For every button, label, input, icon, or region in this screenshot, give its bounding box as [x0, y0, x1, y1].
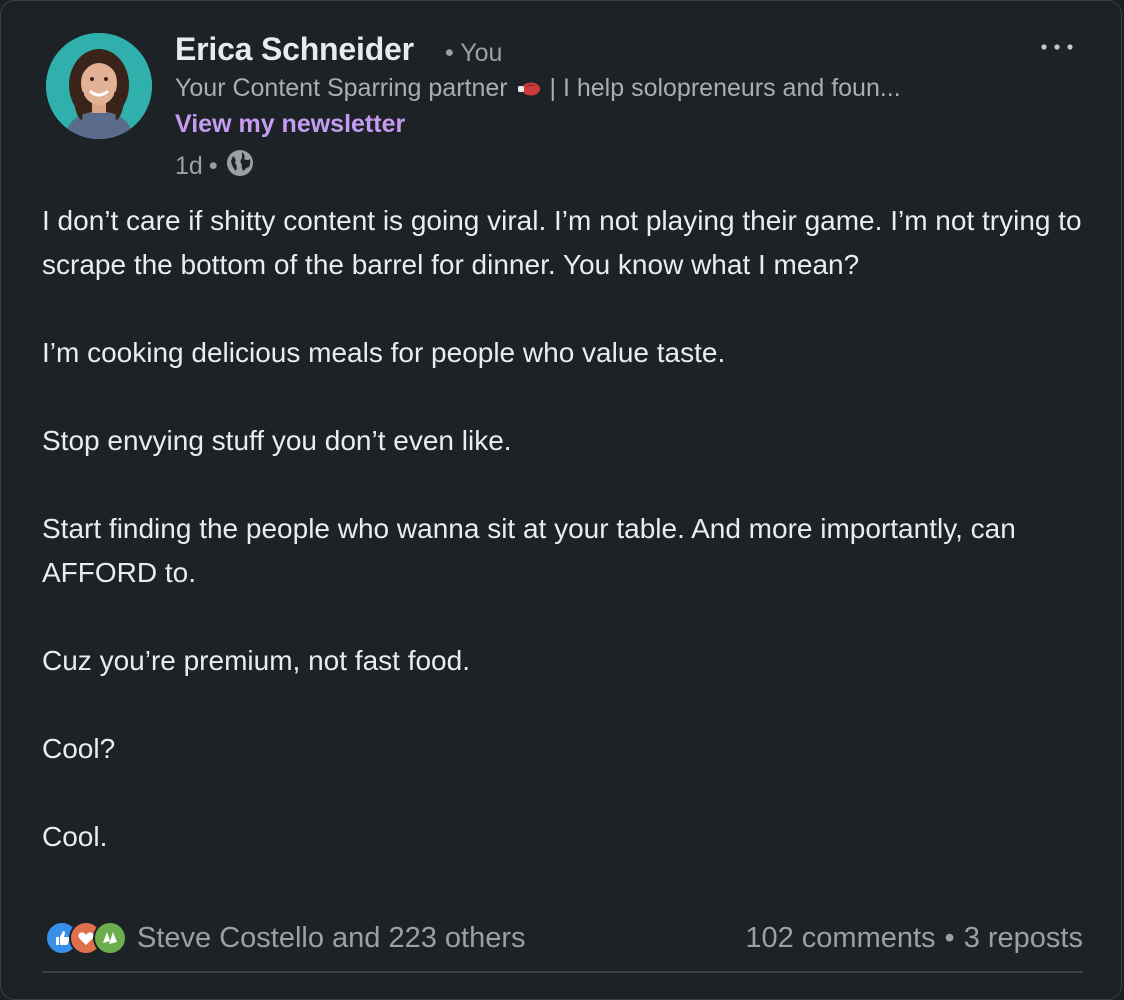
author-name[interactable]: Erica Schneider	[175, 31, 414, 68]
post-paragraph: I don’t care if shitty content is going …	[42, 205, 1082, 280]
reaction-icons	[45, 921, 127, 955]
engagement-counts: 102 comments • 3 reposts	[745, 922, 1083, 955]
headline-text-start: Your Content Sparring partner	[175, 74, 508, 102]
comments-count-link[interactable]: 102 comments	[745, 922, 935, 955]
more-options-icon[interactable]	[1037, 35, 1077, 59]
post-paragraph: I’m cooking delicious meals for people w…	[42, 337, 726, 368]
reposts-count-link[interactable]: 3 reposts	[964, 922, 1083, 955]
author-avatar[interactable]	[46, 33, 152, 139]
counts-separator: •	[944, 922, 955, 954]
post-paragraph: Cuz you’re premium, not fast food.	[42, 645, 470, 676]
author-headline: Your Content Sparring partner | I help s…	[175, 74, 901, 104]
boxing-glove-icon	[517, 75, 541, 104]
post-time: 1d	[175, 152, 203, 180]
globe-icon	[224, 147, 256, 186]
celebrate-icon	[93, 921, 127, 955]
post-body: I don’t care if shitty content is going …	[42, 199, 1092, 859]
view-newsletter-link[interactable]: View my newsletter	[175, 110, 405, 139]
post-meta: 1d •	[175, 147, 256, 186]
meta-separator: •	[208, 152, 218, 180]
post-paragraph: Start finding the people who wanna sit a…	[42, 513, 1016, 588]
post-paragraph: Cool?	[42, 733, 116, 764]
post-paragraph: Cool.	[42, 821, 108, 852]
footer-divider	[42, 971, 1083, 973]
reactions-summary[interactable]: Steve Costello and 223 others	[45, 921, 526, 955]
headline-text-end: | I help solopreneurs and foun...	[549, 74, 901, 102]
post-paragraph: Stop envying stuff you don’t even like.	[42, 425, 512, 456]
you-tag: • You	[445, 39, 503, 67]
reactions-label: Steve Costello and 223 others	[137, 921, 526, 954]
feed-post: Erica Schneider • You Your Content Sparr…	[0, 0, 1122, 1000]
